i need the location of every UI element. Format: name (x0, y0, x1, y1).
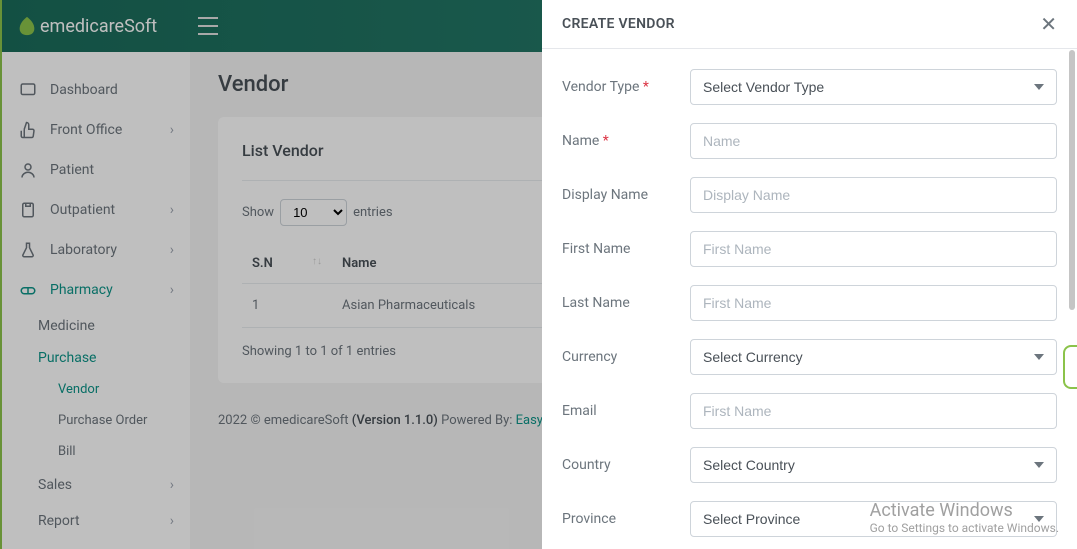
label-vendor-type: Vendor Type * (562, 79, 690, 95)
label-email: Email (562, 403, 690, 419)
panel-header: CREATE VENDOR ✕ (542, 0, 1077, 49)
label-country: Country (562, 457, 690, 473)
label-display-name: Display Name (562, 187, 690, 203)
label-last-name: Last Name (562, 295, 690, 311)
label-first-name: First Name (562, 241, 690, 257)
panel-title: CREATE VENDOR (562, 16, 675, 32)
last-name-input[interactable] (690, 285, 1057, 321)
side-widget-tab[interactable] (1063, 345, 1077, 389)
display-name-input[interactable] (690, 177, 1057, 213)
label-currency: Currency (562, 349, 690, 365)
close-icon: ✕ (1040, 12, 1057, 36)
name-input[interactable] (690, 123, 1057, 159)
panel-body: Vendor Type * Select Vendor Type Name * … (542, 49, 1077, 549)
label-province: Province (562, 511, 690, 527)
country-select[interactable]: Select Country (690, 447, 1057, 483)
label-name: Name * (562, 133, 690, 149)
email-input[interactable] (690, 393, 1057, 429)
panel-scrollbar[interactable] (1069, 50, 1075, 310)
province-select[interactable]: Select Province (690, 501, 1057, 537)
first-name-input[interactable] (690, 231, 1057, 267)
create-vendor-panel: CREATE VENDOR ✕ Vendor Type * Select Ven… (542, 0, 1077, 549)
close-button[interactable]: ✕ (1040, 14, 1057, 34)
currency-select[interactable]: Select Currency (690, 339, 1057, 375)
vendor-type-select[interactable]: Select Vendor Type (690, 69, 1057, 105)
